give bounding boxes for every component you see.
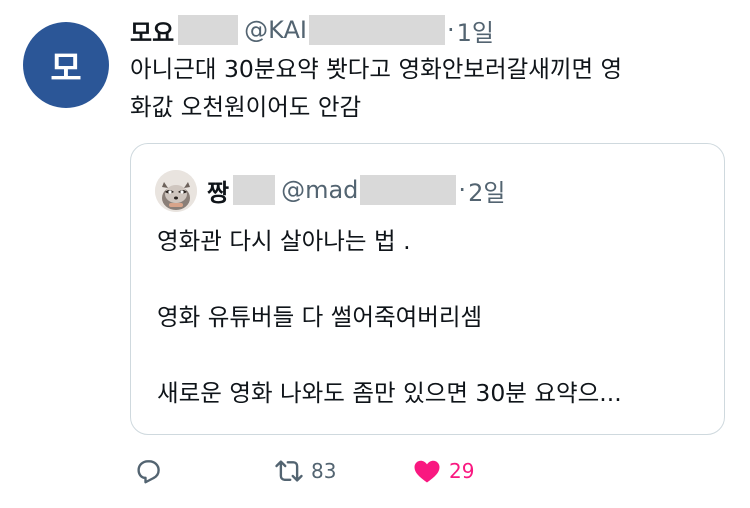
retweet-button[interactable]: 83 bbox=[273, 456, 411, 486]
separator-dot: · bbox=[446, 16, 455, 44]
separator-dot: · bbox=[458, 176, 467, 204]
user-handle[interactable]: @KAI bbox=[244, 16, 307, 44]
display-name[interactable]: 모요 bbox=[130, 13, 174, 48]
quote-avatar[interactable] bbox=[155, 170, 197, 212]
reply-button[interactable] bbox=[133, 456, 273, 486]
like-count: 29 bbox=[449, 459, 475, 483]
tweet-header: 모요 @KAI · 1일 bbox=[130, 12, 494, 48]
avatar[interactable]: 모 bbox=[23, 22, 109, 108]
tweet-text: 아니근대 30분요약 봣다고 영화안보러갈새끼면 영 화값 오천원이어도 안감 bbox=[130, 55, 623, 121]
raccoon-avatar-icon bbox=[155, 170, 197, 212]
retweet-count: 83 bbox=[311, 459, 337, 483]
quote-display-name[interactable]: 짱 bbox=[207, 173, 229, 208]
quote-text: 영화관 다시 살아나는 법 . 영화 유튜버들 다 썰어죽여버리셈 새로운 영화… bbox=[157, 222, 717, 412]
redacted-handle-block bbox=[308, 15, 445, 45]
quote-timestamp[interactable]: 2일 bbox=[468, 173, 505, 208]
quote-user-handle[interactable]: @mad bbox=[281, 176, 358, 204]
redacted-handle-block bbox=[360, 175, 457, 205]
timestamp[interactable]: 1일 bbox=[457, 13, 494, 48]
avatar-initial: 모 bbox=[50, 48, 82, 89]
retweet-icon bbox=[275, 460, 303, 482]
quote-header: 짱 @mad · 2일 bbox=[207, 172, 505, 208]
redacted-name-block bbox=[233, 175, 276, 205]
reply-icon bbox=[137, 460, 160, 484]
action-bar: 83 29 bbox=[133, 452, 474, 490]
quote-line: 영화관 다시 살아나는 법 . bbox=[157, 227, 411, 255]
heart-icon bbox=[414, 460, 440, 483]
quote-line: 영화 유튜버들 다 썰어죽여버리셈 bbox=[157, 303, 483, 331]
quote-line: 새로운 영화 나와도 좀만 있으면 30분 요약으... bbox=[157, 379, 622, 407]
redacted-name-block bbox=[178, 15, 239, 45]
like-button[interactable]: 29 bbox=[411, 456, 474, 486]
quote-tweet-card[interactable]: 짱 @mad · 2일 영화관 다시 살아나는 법 . 영화 유튜버들 다 썰어… bbox=[130, 143, 725, 435]
